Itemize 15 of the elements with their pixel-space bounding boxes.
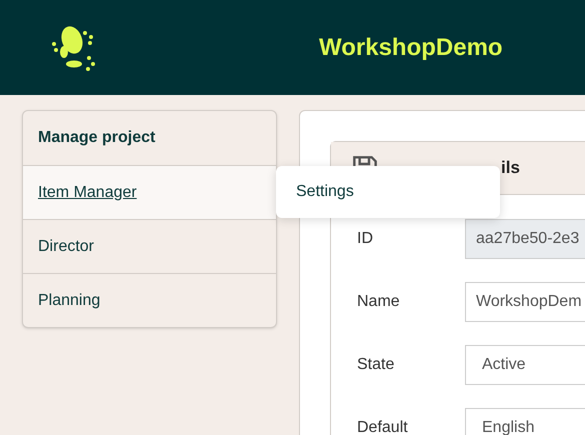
sidebar-item[interactable]: Item Manager xyxy=(23,165,276,219)
sidebar-item[interactable]: Manage project xyxy=(23,111,276,165)
input-field[interactable]: Active xyxy=(465,345,585,385)
field-label: Default xyxy=(357,418,409,435)
field-label: ID xyxy=(357,229,374,249)
field-label: State xyxy=(357,355,396,375)
sidebar-item[interactable]: Director xyxy=(23,219,276,273)
sidebar-item[interactable]: Planning xyxy=(23,273,276,327)
app-title: WorkshopDemo xyxy=(319,32,503,62)
field-label: Name xyxy=(357,292,401,312)
input-field[interactable]: WorkshopDem xyxy=(465,282,585,322)
card-title: ils xyxy=(501,157,520,180)
menu-item[interactable]: Settings xyxy=(296,180,354,204)
frog-logo-icon xyxy=(50,24,98,72)
input-field[interactable]: English xyxy=(465,408,585,435)
